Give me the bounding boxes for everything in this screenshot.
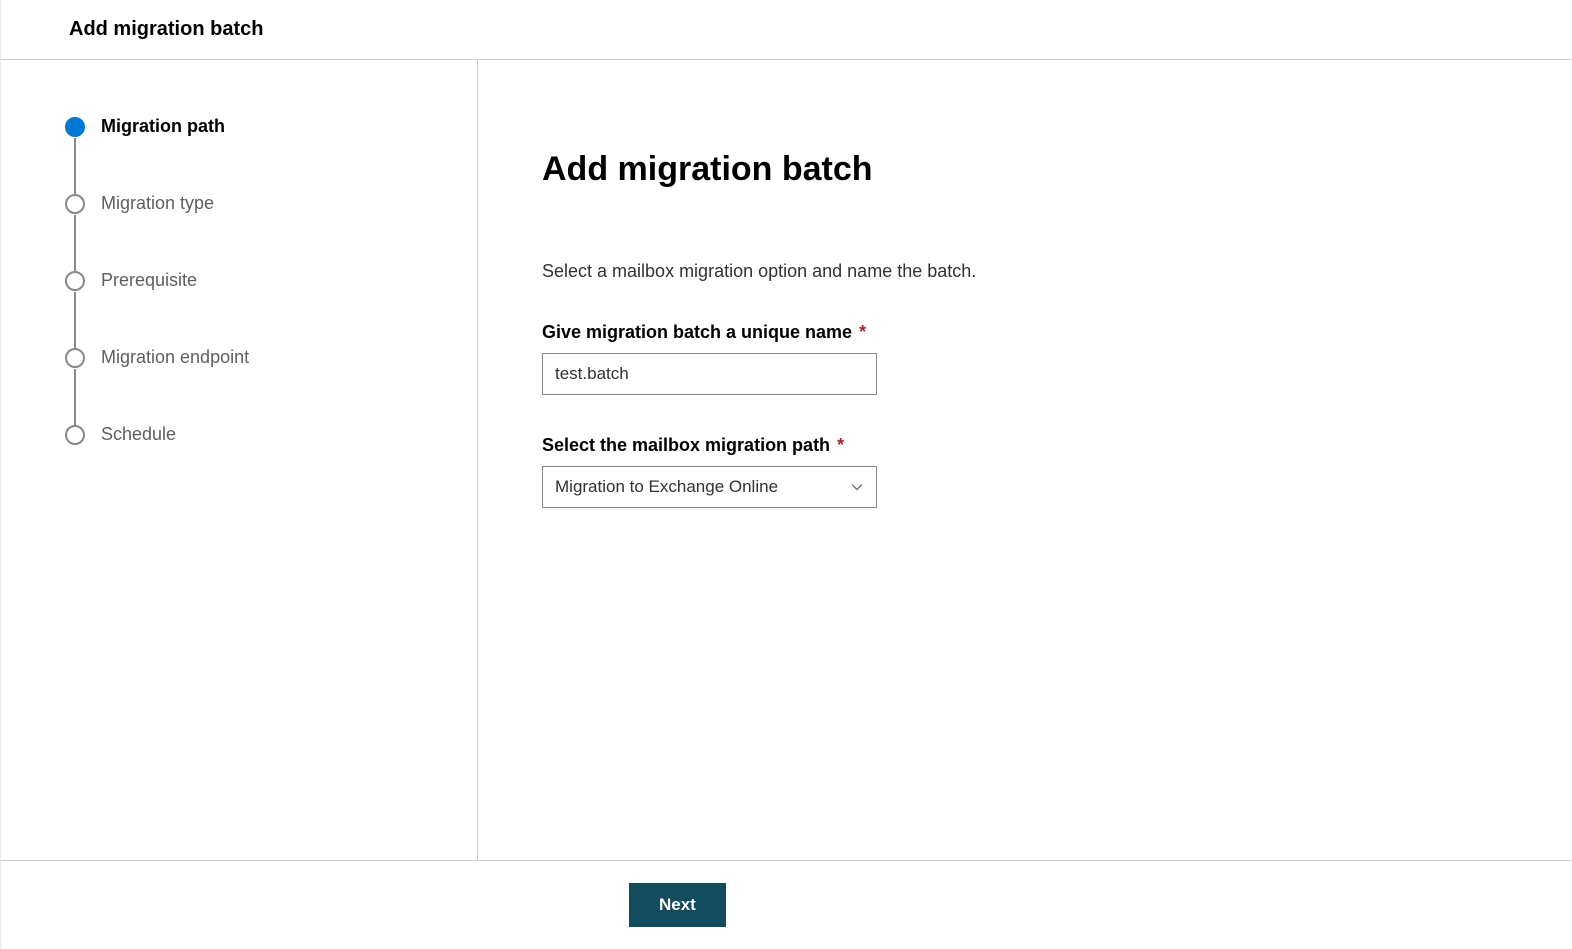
wizard-header-title: Add migration batch [69, 18, 1572, 41]
steps-list: Migration path Migration type Prerequisi… [65, 116, 477, 445]
wizard-body: Migration path Migration type Prerequisi… [1, 60, 1572, 861]
step-prerequisite[interactable]: Prerequisite [65, 270, 477, 291]
step-indicator-icon [65, 194, 85, 214]
step-connector [74, 215, 76, 273]
required-indicator-icon: * [859, 322, 866, 342]
step-indicator-icon [65, 348, 85, 368]
step-indicator-icon [65, 117, 85, 137]
migration-path-field: Select the mailbox migration path * Migr… [542, 435, 1572, 508]
step-schedule[interactable]: Schedule [65, 424, 477, 445]
batch-name-field: Give migration batch a unique name * [542, 322, 1572, 395]
migration-path-select[interactable]: Migration to Exchange Online [542, 466, 877, 508]
wizard-footer: Next [1, 861, 1572, 949]
step-indicator-icon [65, 271, 85, 291]
step-label: Prerequisite [101, 270, 197, 291]
step-migration-type[interactable]: Migration type [65, 193, 477, 214]
page-title: Add migration batch [542, 150, 1572, 189]
wizard-header: Add migration batch [1, 0, 1572, 60]
batch-name-input[interactable] [542, 353, 877, 395]
step-indicator-icon [65, 425, 85, 445]
step-migration-path[interactable]: Migration path [65, 116, 477, 137]
next-button[interactable]: Next [629, 883, 726, 927]
step-connector [74, 369, 76, 427]
chevron-down-icon [850, 480, 864, 494]
step-label: Schedule [101, 424, 176, 445]
migration-path-selected-value: Migration to Exchange Online [555, 477, 778, 497]
wizard-panel: Add migration batch Migration path Migra… [0, 0, 1572, 949]
required-indicator-icon: * [837, 435, 844, 455]
migration-path-label: Select the mailbox migration path * [542, 435, 1572, 456]
step-connector [74, 138, 76, 196]
step-label: Migration type [101, 193, 214, 214]
batch-name-label: Give migration batch a unique name * [542, 322, 1572, 343]
step-label: Migration endpoint [101, 347, 249, 368]
migration-path-label-text: Select the mailbox migration path [542, 435, 830, 455]
wizard-main-content: Add migration batch Select a mailbox mig… [478, 60, 1572, 860]
batch-name-label-text: Give migration batch a unique name [542, 322, 852, 342]
step-label: Migration path [101, 116, 225, 137]
wizard-steps-sidebar: Migration path Migration type Prerequisi… [1, 60, 478, 860]
step-migration-endpoint[interactable]: Migration endpoint [65, 347, 477, 368]
page-description: Select a mailbox migration option and na… [542, 261, 1572, 282]
step-connector [74, 292, 76, 350]
